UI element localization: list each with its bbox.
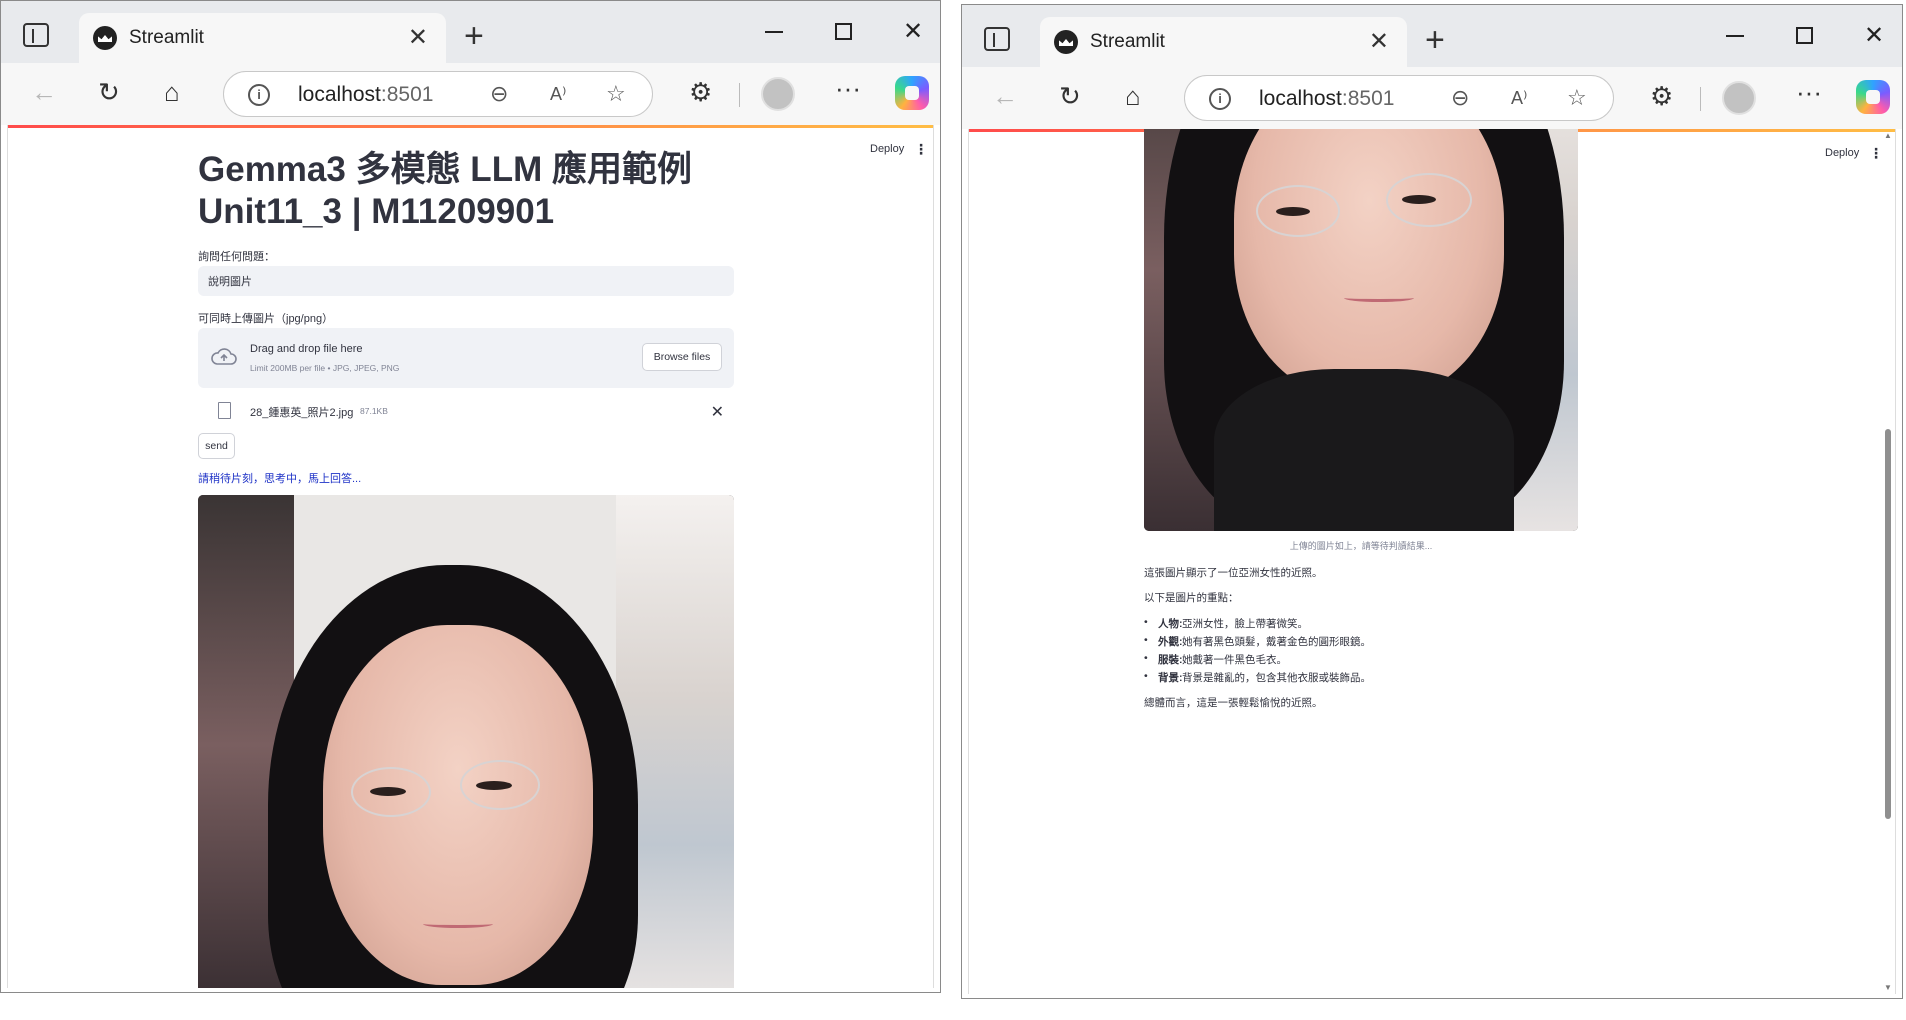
back-icon[interactable]: ← <box>992 81 1018 112</box>
streamlit-app-view[interactable]: Deploy ⋮ Gemma3 多模態 LLM 應用範例 Unit11_3 | … <box>7 125 934 988</box>
site-info-icon[interactable]: i <box>248 84 270 106</box>
streamlit-favicon-icon <box>1054 30 1078 54</box>
browser-tab[interactable]: Streamlit ✕ <box>1040 17 1407 67</box>
deploy-button[interactable]: Deploy <box>870 143 904 155</box>
browser-toolbar: ← ↻ ⌂ i localhost:8501 ⊖ A⁾ ☆ ⚙ ··· <box>962 67 1902 129</box>
toolbar-divider <box>739 83 740 107</box>
title-line-2: Unit11_3 | M11209901 <box>198 192 555 231</box>
file-size: 87.1KB <box>360 406 388 416</box>
minimize-icon[interactable] <box>765 31 783 33</box>
uploaded-file-row: 28_鍾惠英_照片2.jpg 87.1KB ✕ <box>198 402 734 424</box>
streamlit-favicon-icon <box>93 26 117 50</box>
cloud-upload-icon <box>211 348 237 365</box>
read-aloud-icon[interactable]: A⁾ <box>550 84 566 105</box>
copilot-icon[interactable] <box>1856 80 1890 114</box>
profile-avatar[interactable] <box>761 77 795 111</box>
file-name: 28_鍾惠英_照片2.jpg <box>250 407 354 419</box>
question-input-wrapper <box>198 266 734 296</box>
photo-caption: 上傳的圖片如上，請等待判讀結果... <box>1289 541 1433 551</box>
zoom-icon[interactable]: ⊖ <box>490 81 508 107</box>
profile-avatar[interactable] <box>1722 81 1756 115</box>
close-tab-icon[interactable]: ✕ <box>1369 27 1389 56</box>
main-menu-icon[interactable]: ⋮ <box>1869 145 1883 162</box>
close-window-icon[interactable]: ✕ <box>903 17 923 46</box>
tab-actions-icon[interactable] <box>984 27 1010 51</box>
new-tab-icon[interactable]: + <box>1425 21 1445 60</box>
dropzone-title: Drag and drop file here <box>250 343 363 355</box>
more-menu-icon[interactable]: ··· <box>1796 77 1822 108</box>
browse-files-button[interactable]: Browse files <box>642 343 722 371</box>
extensions-icon[interactable]: ⚙ <box>689 77 712 108</box>
browser-window-right: Streamlit ✕ + ✕ ← ↻ ⌂ i localhost:8501 ⊖… <box>961 4 1903 999</box>
home-icon[interactable]: ⌂ <box>1125 81 1141 112</box>
deploy-button[interactable]: Deploy <box>1825 147 1859 159</box>
status-message: 請稍待片刻，思考中，馬上回答... <box>198 473 362 485</box>
site-info-icon[interactable]: i <box>1209 88 1231 110</box>
file-icon <box>218 402 231 419</box>
result-intro: 這張圖片顯示了一位亞洲女性的近照。 <box>1144 567 1323 579</box>
question-input[interactable] <box>198 266 734 296</box>
tab-title: Streamlit <box>129 27 204 48</box>
url-text: localhost:8501 <box>1259 87 1395 110</box>
uploaded-photo <box>198 495 734 988</box>
tab-title: Streamlit <box>1090 31 1165 52</box>
extensions-icon[interactable]: ⚙ <box>1650 81 1673 112</box>
file-dropzone[interactable]: Drag and drop file here Limit 200MB per … <box>198 328 734 388</box>
address-bar[interactable]: i localhost:8501 ⊖ A⁾ ☆ <box>1184 75 1614 121</box>
decoration-bar <box>8 125 933 128</box>
browser-window-left: Streamlit ✕ + ✕ ← ↻ ⌂ i localhost:8501 ⊖… <box>0 0 941 993</box>
home-icon[interactable]: ⌂ <box>164 77 180 108</box>
minimize-icon[interactable] <box>1726 35 1744 37</box>
tab-actions-icon[interactable] <box>23 23 49 47</box>
zoom-icon[interactable]: ⊖ <box>1451 85 1469 111</box>
main-menu-icon[interactable]: ⋮ <box>914 141 928 158</box>
screenshot-scene: Streamlit ✕ + ✕ ← ↻ ⌂ i localhost:8501 ⊖… <box>0 0 1906 1020</box>
maximize-icon[interactable] <box>835 23 852 40</box>
result-summary: 總體而言，這是一張輕鬆愉悅的近照。 <box>1144 697 1323 709</box>
question-label: 詢問任何問題： <box>198 251 275 263</box>
new-tab-icon[interactable]: + <box>464 17 484 56</box>
tab-strip: Streamlit ✕ + ✕ <box>962 5 1902 67</box>
upload-label: 可同時上傳圖片（jpg/png） <box>198 313 334 325</box>
scrollbar-thumb[interactable] <box>1885 429 1891 819</box>
vertical-scrollbar[interactable]: ▲ ▼ <box>1883 129 1893 994</box>
refresh-icon[interactable]: ↻ <box>98 77 120 108</box>
send-button[interactable]: send <box>198 433 235 459</box>
scroll-up-icon[interactable]: ▲ <box>1884 131 1892 140</box>
page-title: Gemma3 多模態 LLM 應用範例 Unit11_3 | M11209901 <box>198 149 758 233</box>
maximize-icon[interactable] <box>1796 27 1813 44</box>
more-menu-icon[interactable]: ··· <box>835 73 861 104</box>
back-icon[interactable]: ← <box>31 77 57 108</box>
toolbar-divider <box>1700 87 1701 111</box>
uploaded-photo <box>1144 129 1578 531</box>
title-line-1: Gemma3 多模態 LLM 應用範例 <box>198 150 692 189</box>
read-aloud-icon[interactable]: A⁾ <box>1511 88 1527 109</box>
copilot-icon[interactable] <box>895 76 929 110</box>
favorite-star-icon[interactable]: ☆ <box>606 81 626 107</box>
close-tab-icon[interactable]: ✕ <box>408 23 428 52</box>
browser-toolbar: ← ↻ ⌂ i localhost:8501 ⊖ A⁾ ☆ ⚙ ··· <box>1 63 940 125</box>
remove-file-icon[interactable]: ✕ <box>711 402 724 422</box>
browser-tab[interactable]: Streamlit ✕ <box>79 13 446 63</box>
scroll-down-icon[interactable]: ▼ <box>1884 983 1892 992</box>
url-text: localhost:8501 <box>298 83 434 106</box>
close-window-icon[interactable]: ✕ <box>1864 21 1884 50</box>
refresh-icon[interactable]: ↻ <box>1059 81 1081 112</box>
dropzone-subtitle: Limit 200MB per file • JPG, JPEG, PNG <box>250 363 400 373</box>
tab-strip: Streamlit ✕ + ✕ <box>1 1 940 63</box>
favorite-star-icon[interactable]: ☆ <box>1567 85 1587 111</box>
streamlit-app-view[interactable]: Deploy ⋮ 上傳的圖片如上，請等待判讀結果... 這張圖片顯示了一位亞洲女… <box>968 129 1896 994</box>
address-bar[interactable]: i localhost:8501 ⊖ A⁾ ☆ <box>223 71 653 117</box>
points-heading: 以下是圖片的重點： <box>1144 592 1239 604</box>
